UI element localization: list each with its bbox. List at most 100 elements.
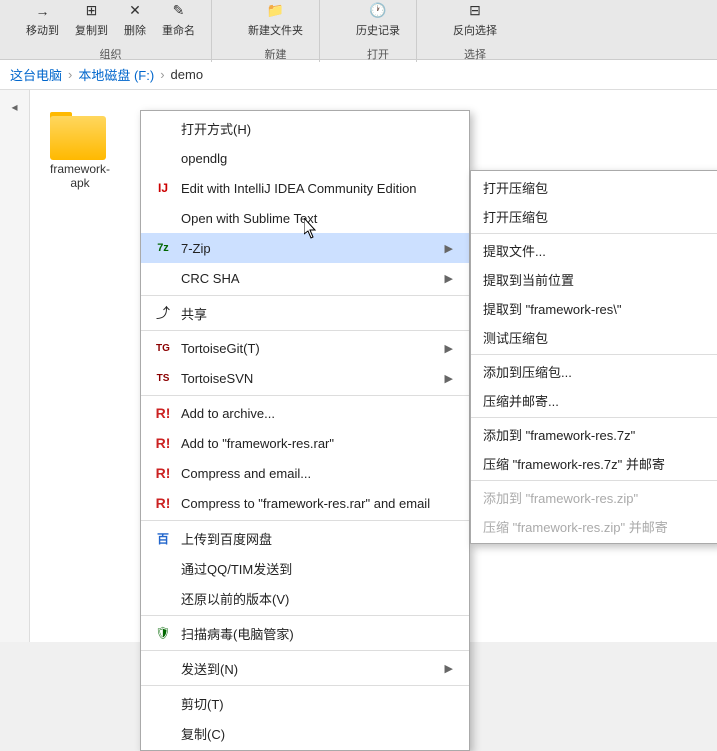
tortoisesvn-arrow: ▶	[445, 372, 453, 385]
menu-item-tortoisegit[interactable]: TG TortoiseGit(T) ▶	[141, 333, 469, 363]
add-rar-icon: R!	[153, 433, 173, 453]
menu-label-tortoisesvn: TortoiseSVN	[181, 371, 253, 386]
menu-item-baidu[interactable]: 百 上传到百度网盘	[141, 523, 469, 553]
7zip-arrow: ▶	[445, 242, 453, 255]
open-group-label: 打开	[367, 46, 389, 62]
toolbar-select-buttons: ⊟ 反向选择	[447, 0, 503, 40]
add-archive-icon: R!	[153, 403, 173, 423]
rename-label: 重命名	[162, 22, 195, 38]
history-label: 历史记录	[356, 22, 400, 38]
delete-button[interactable]: ✕ 删除	[118, 0, 152, 40]
submenu-item-compress-zip-email: 压缩 "framework-res.zip" 并邮寄	[471, 512, 717, 541]
copy-icon-menu	[153, 723, 173, 743]
submenu-sep-2	[471, 354, 717, 355]
invert-select-label: 反向选择	[453, 22, 497, 38]
sendto-arrow: ▶	[445, 662, 453, 675]
menu-label-opendlg: opendlg	[181, 151, 227, 166]
menu-label-crcsha: CRC SHA	[181, 271, 240, 286]
submenu-label-test: 测试压缩包	[483, 328, 548, 347]
menu-item-opendlg[interactable]: opendlg	[141, 143, 469, 173]
submenu-item-test[interactable]: 测试压缩包	[471, 323, 717, 352]
tortoisegit-icon: TG	[153, 338, 173, 358]
menu-item-7zip[interactable]: 7z 7-Zip ▶	[141, 233, 469, 263]
menu-item-restore[interactable]: 还原以前的版本(V)	[141, 583, 469, 613]
collapse-icon[interactable]: ◂	[11, 100, 17, 114]
menu-item-crcsha[interactable]: CRC SHA ▶	[141, 263, 469, 293]
opendlg-icon	[153, 148, 173, 168]
submenu-sep-1	[471, 233, 717, 234]
new-folder-button[interactable]: 📁 新建文件夹	[242, 0, 309, 40]
submenu-item-extract-here[interactable]: 提取到当前位置	[471, 265, 717, 294]
menu-label-add-archive: Add to archive...	[181, 406, 275, 421]
menu-label-intellij: Edit with IntelliJ IDEA Community Editio…	[181, 181, 417, 196]
menu-item-intellij[interactable]: IJ Edit with IntelliJ IDEA Community Edi…	[141, 173, 469, 203]
tortoisegit-arrow: ▶	[445, 342, 453, 355]
submenu-label-open2: 打开压缩包	[483, 207, 548, 226]
menu-label-compress-rar-email: Compress to "framework-res.rar" and emai…	[181, 496, 430, 511]
folder-body	[50, 116, 106, 160]
submenu-item-extract-files[interactable]: 提取文件...	[471, 236, 717, 265]
separator-6	[141, 650, 469, 651]
submenu-item-add-7z[interactable]: 添加到 "framework-res.7z"	[471, 420, 717, 449]
separator-3	[141, 395, 469, 396]
new-folder-label: 新建文件夹	[248, 22, 303, 38]
submenu-item-add-archive2[interactable]: 添加到压缩包...	[471, 357, 717, 386]
7zip-icon: 7z	[153, 238, 173, 258]
menu-item-tortoisesvn[interactable]: TS TortoiseSVN ▶	[141, 363, 469, 393]
menu-item-open-with[interactable]: 打开方式(H)	[141, 113, 469, 143]
submenu-label-compress-email2: 压缩并邮寄...	[483, 391, 559, 410]
move-to-button[interactable]: → 移动到	[20, 0, 65, 40]
menu-item-add-rar[interactable]: R! Add to "framework-res.rar"	[141, 428, 469, 458]
menu-label-restore: 还原以前的版本(V)	[181, 589, 289, 608]
submenu-item-open2[interactable]: 打开压缩包	[471, 202, 717, 231]
menu-item-copy[interactable]: 复制(C)	[141, 718, 469, 748]
baidu-icon: 百	[153, 528, 173, 548]
tortoisesvn-icon: TS	[153, 368, 173, 388]
new-folder-icon: 📁	[265, 0, 287, 22]
menu-item-cut[interactable]: 剪切(T)	[141, 688, 469, 718]
separator-1	[141, 295, 469, 296]
breadcrumb: 这台电脑 › 本地磁盘 (F:) › demo	[0, 60, 717, 90]
folder-label: framework- apk	[50, 162, 110, 190]
submenu-item-extract-folder[interactable]: 提取到 "framework-res\"	[471, 294, 717, 323]
menu-item-antivirus[interactable]: 🛡 扫描病毒(电脑管家)	[141, 618, 469, 648]
compress-email-icon: R!	[153, 463, 173, 483]
folder-item[interactable]: framework- apk	[40, 110, 120, 190]
menu-item-sublime[interactable]: Open with Sublime Text	[141, 203, 469, 233]
submenu-item-compress-email2[interactable]: 压缩并邮寄...	[471, 386, 717, 415]
menu-item-qqtim[interactable]: 通过QQ/TIM发送到	[141, 553, 469, 583]
invert-select-icon: ⊟	[464, 0, 486, 22]
sidebar: ◂	[0, 90, 30, 642]
open-with-icon	[153, 118, 173, 138]
submenu-label-extract-folder: 提取到 "framework-res\"	[483, 299, 622, 318]
breadcrumb-item-pc[interactable]: 这台电脑	[10, 65, 62, 84]
rename-button[interactable]: ✎ 重命名	[156, 0, 201, 40]
copy-to-button[interactable]: ⊞ 复制到	[69, 0, 114, 40]
invert-select-button[interactable]: ⊟ 反向选择	[447, 0, 503, 40]
menu-item-sendto[interactable]: 发送到(N) ▶	[141, 653, 469, 683]
submenu-label-add-7z: 添加到 "framework-res.7z"	[483, 425, 635, 444]
antivirus-icon: 🛡	[153, 623, 173, 643]
menu-item-share[interactable]: ⤴ 共享	[141, 298, 469, 328]
breadcrumb-sep-2: ›	[160, 67, 164, 82]
breadcrumb-item-drive[interactable]: 本地磁盘 (F:)	[78, 65, 154, 84]
cut-icon	[153, 693, 173, 713]
crcsha-icon	[153, 268, 173, 288]
breadcrumb-sep-1: ›	[68, 67, 72, 82]
history-button[interactable]: 🕐 历史记录	[350, 0, 406, 40]
restore-icon	[153, 588, 173, 608]
submenu-item-compress-7z-email[interactable]: 压缩 "framework-res.7z" 并邮寄	[471, 449, 717, 478]
toolbar-organize-buttons: → 移动到 ⊞ 复制到 ✕ 删除 ✎ 重命名	[20, 0, 201, 40]
submenu-label-add-zip: 添加到 "framework-res.zip"	[483, 488, 638, 507]
rename-icon: ✎	[168, 0, 190, 22]
menu-label-qqtim: 通过QQ/TIM发送到	[181, 559, 292, 578]
breadcrumb-item-folder[interactable]: demo	[171, 67, 204, 82]
menu-item-compress-email[interactable]: R! Compress and email...	[141, 458, 469, 488]
menu-item-compress-rar-email[interactable]: R! Compress to "framework-res.rar" and e…	[141, 488, 469, 518]
submenu-item-open1[interactable]: 打开压缩包	[471, 173, 717, 202]
menu-label-tortoisegit: TortoiseGit(T)	[181, 341, 260, 356]
folder-icon	[50, 110, 110, 160]
menu-label-sendto: 发送到(N)	[181, 659, 238, 678]
menu-label-open-with: 打开方式(H)	[181, 119, 251, 138]
menu-item-add-archive[interactable]: R! Add to archive...	[141, 398, 469, 428]
